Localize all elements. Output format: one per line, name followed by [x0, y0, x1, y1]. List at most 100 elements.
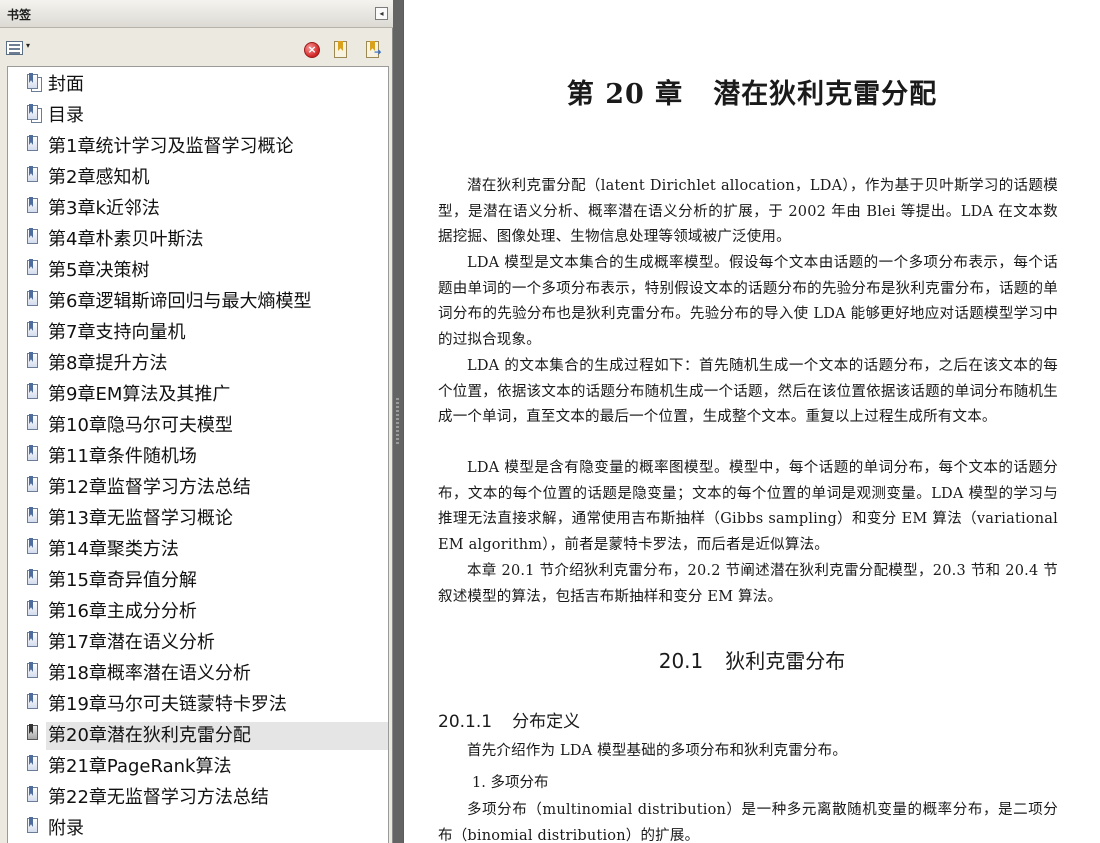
bookmark-label: 第17章潜在语义分析 — [48, 632, 215, 653]
bookmark-icon — [27, 352, 41, 371]
paragraph: LDA 模型是文本集合的生成概率模型。假设每个文本由话题的一个多项分布表示，每个… — [438, 255, 1058, 348]
bookmark-label: 第3章k近邻法 — [48, 198, 160, 219]
paragraph: 本章 20.1 节介绍狄利克雷分布，20.2 节阐述潜在狄利克雷分配模型，20.… — [438, 563, 1058, 605]
bookmark-item[interactable]: 第19章马尔可夫链蒙特卡罗法 — [8, 690, 388, 721]
bookmark-icon — [27, 445, 41, 464]
bookmark-item[interactable]: 第12章监督学习方法总结 — [8, 473, 388, 504]
bookmark-icon — [27, 538, 41, 557]
bookmark-icon — [27, 135, 41, 154]
bookmark-item[interactable]: 第1章统计学习及监督学习概论 — [8, 132, 388, 163]
subsection-number: 20.1.1 — [438, 712, 493, 732]
bookmark-item[interactable]: 第11章条件随机场 — [8, 442, 388, 473]
bookmark-list: 封面目录第1章统计学习及监督学习概论 第2章感知机 第3章k近邻法第4章朴素贝叶斯法… — [7, 66, 389, 843]
intro-paragraph: 首先介绍作为 LDA 模型基础的多项分布和狄利克雷分布。 — [467, 743, 848, 759]
bookmark-label: 第21章PageRank算法 — [48, 756, 232, 777]
section-name: 狄利克雷分布 — [725, 649, 846, 673]
bookmarks-panel: 书签 ◂ ▾ × ➔ 封面目录第1章统计学习及监督学习概论 第2章感知机 第3章k近… — [0, 0, 393, 843]
bookmark-item[interactable]: 第9章EM算法及其推广 — [8, 380, 388, 411]
bookmark-label: 第10章隐马尔可夫模型 — [48, 415, 233, 436]
chapter-name: 潜在狄利克雷分配 — [713, 79, 938, 110]
bookmark-icon — [27, 321, 41, 340]
section-title: 20.1 狄利克雷分布 — [404, 645, 1100, 674]
panel-header: 书签 ◂ — [0, 0, 393, 28]
bookmark-multi-icon — [27, 73, 42, 92]
paragraph: 潜在狄利克雷分配（latent Dirichlet allocation，LDA… — [438, 178, 1058, 245]
bookmark-item[interactable]: 第17章潜在语义分析 — [8, 628, 388, 659]
bookmark-item[interactable]: 第22章无监督学习方法总结 — [8, 783, 388, 814]
bookmark-item[interactable]: 第5章决策树 — [8, 256, 388, 287]
bookmark-label: 第4章朴素贝叶斯法 — [48, 229, 204, 250]
bookmark-label: 第16章主成分分析 — [48, 601, 197, 622]
section-number: 20.1 — [658, 649, 704, 673]
bookmark-icon — [27, 383, 41, 402]
bookmarks-toolbar: ▾ × ➔ — [0, 29, 393, 65]
bookmark-icon — [27, 259, 41, 278]
options-icon — [6, 41, 23, 55]
bookmark-multi-icon — [27, 104, 42, 123]
bookmark-icon — [27, 631, 41, 650]
bookmark-label: 第15章奇异值分解 — [48, 570, 197, 591]
bookmark-label: 第9章EM算法及其推广 — [48, 384, 231, 405]
bookmark-item[interactable]: 第16章主成分分析 — [8, 597, 388, 628]
bookmark-item[interactable]: 第13章无监督学习概论 — [8, 504, 388, 535]
bookmark-icon — [27, 786, 41, 805]
bookmark-item[interactable]: 附录 — [8, 814, 388, 843]
bookmark-item[interactable]: 第2章感知机 — [8, 163, 388, 194]
bookmark-current-icon — [27, 724, 41, 743]
bookmark-icon — [27, 476, 41, 495]
bookmark-item[interactable]: 封面 — [8, 70, 388, 101]
bookmark-label: 第14章聚类方法 — [48, 539, 179, 560]
subsection-name: 分布定义 — [512, 712, 581, 732]
bookmark-icon — [27, 569, 41, 588]
options-menu-button[interactable]: ▾ — [6, 40, 34, 56]
bookmark-icon — [27, 228, 41, 247]
bookmark-icon — [27, 755, 41, 774]
bookmark-item[interactable]: 第6章逻辑斯谛回归与最大熵模型 — [8, 287, 388, 318]
bookmark-label: 第7章支持向量机 — [48, 322, 186, 343]
chapter-title: 第 20 章潜在狄利克雷分配 — [404, 72, 1100, 111]
bookmark-icon — [27, 166, 41, 185]
bookmark-item[interactable]: 第14章聚类方法 — [8, 535, 388, 566]
delete-bookmark-button[interactable]: × — [304, 42, 320, 58]
bookmark-label: 第2章感知机 — [48, 167, 150, 188]
bookmark-label: 第19章马尔可夫链蒙特卡罗法 — [48, 694, 287, 715]
bookmark-item[interactable]: 第20章潜在狄利克雷分配 — [8, 721, 388, 752]
subsection-title: 20.1.1 分布定义 — [438, 707, 580, 732]
bookmark-label: 封面 — [48, 74, 84, 95]
bookmark-label: 第6章逻辑斯谛回归与最大熵模型 — [48, 291, 312, 312]
bookmark-item[interactable]: 目录 — [8, 101, 388, 132]
bookmark-label: 目录 — [48, 105, 84, 126]
bookmark-item[interactable]: 第3章k近邻法 — [8, 194, 388, 225]
new-bookmark-button[interactable] — [331, 40, 351, 60]
bookmark-label: 第1章统计学习及监督学习概论 — [48, 136, 294, 157]
bookmark-item[interactable]: 第10章隐马尔可夫模型 — [8, 411, 388, 442]
bookmark-label: 第8章提升方法 — [48, 353, 168, 374]
bookmark-icon — [27, 290, 41, 309]
bookmark-icon — [27, 817, 41, 836]
paragraph: LDA 的文本集合的生成过程如下：首先随机生成一个文本的话题分布，之后在该文本的… — [438, 358, 1058, 425]
bookmark-label: 第22章无监督学习方法总结 — [48, 787, 269, 808]
bookmark-label: 第12章监督学习方法总结 — [48, 477, 251, 498]
bookmark-icon — [27, 662, 41, 681]
collapse-panel-button[interactable]: ◂ — [375, 7, 388, 20]
bookmark-label: 第13章无监督学习概论 — [48, 508, 233, 529]
bookmark-item[interactable]: 第7章支持向量机 — [8, 318, 388, 349]
paragraph: LDA 模型是含有隐变量的概率图模型。模型中，每个话题的单词分布，每个文本的话题… — [438, 460, 1058, 553]
bookmark-item[interactable]: 第15章奇异值分解 — [8, 566, 388, 597]
bookmark-item[interactable]: 第4章朴素贝叶斯法 — [8, 225, 388, 256]
bookmark-icon — [27, 197, 41, 216]
bookmark-label: 第11章条件随机场 — [48, 446, 197, 467]
panel-splitter[interactable] — [393, 0, 403, 843]
splitter-grip[interactable] — [396, 398, 399, 446]
expand-bookmark-button[interactable]: ➔ — [363, 40, 383, 60]
bookmark-label: 第20章潜在狄利克雷分配 — [46, 722, 388, 750]
bookmark-icon — [27, 600, 41, 619]
bookmark-item[interactable]: 第8章提升方法 — [8, 349, 388, 380]
chapter-number: 第 20 章 — [566, 79, 684, 110]
bookmark-item[interactable]: 第18章概率潜在语义分析 — [8, 659, 388, 690]
bookmark-icon — [27, 507, 41, 526]
bookmark-label: 第18章概率潜在语义分析 — [48, 663, 251, 684]
document-page: 第 20 章潜在狄利克雷分配 潜在狄利克雷分配（latent Dirichlet… — [404, 0, 1100, 843]
bookmark-label: 第5章决策树 — [48, 260, 150, 281]
bookmark-item[interactable]: 第21章PageRank算法 — [8, 752, 388, 783]
